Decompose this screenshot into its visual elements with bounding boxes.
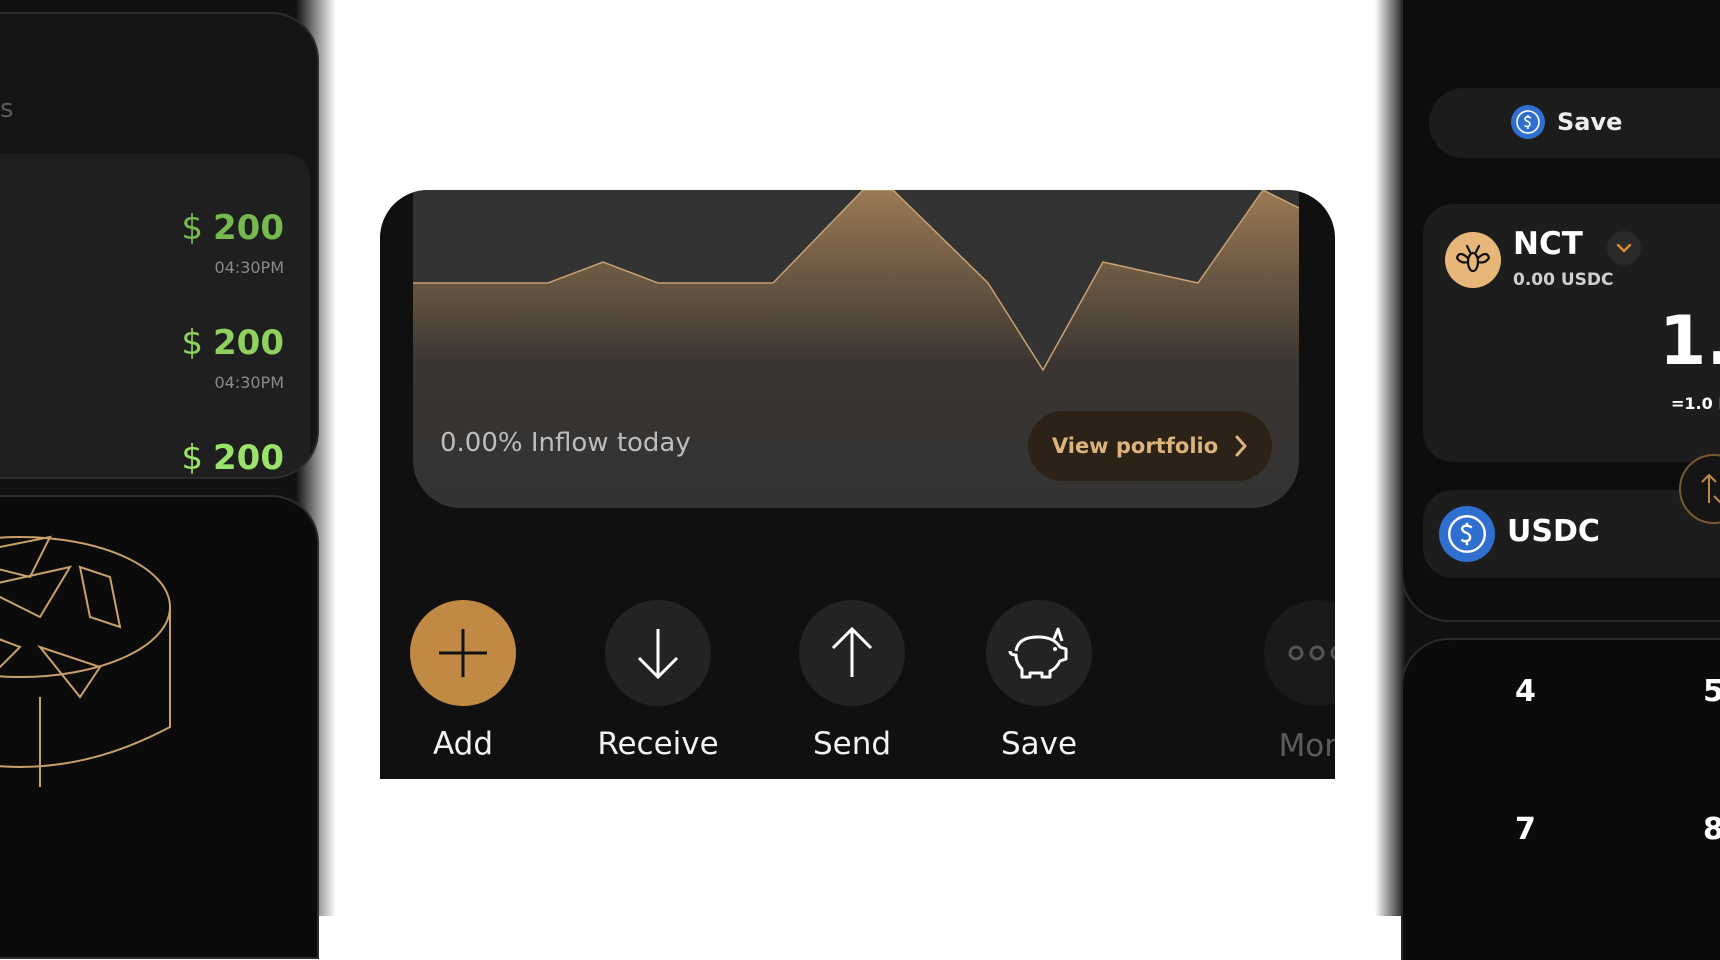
- chevron-right-icon: [1235, 435, 1247, 457]
- inflow-today-text: 0.00% Inflow today: [440, 428, 691, 458]
- token-dropdown-button[interactable]: [1607, 231, 1641, 265]
- list-item[interactable]: $200 04:30PM: [181, 323, 284, 392]
- to-token-box: USDC: [1423, 490, 1720, 578]
- add-label: Add: [432, 726, 494, 762]
- usdc-icon: [1439, 506, 1495, 562]
- keypad: 4 5 7 8: [1401, 638, 1720, 960]
- transactions-title: s: [0, 94, 14, 124]
- view-portfolio-button[interactable]: View portfolio: [1028, 411, 1272, 481]
- more-label: More: [1278, 728, 1335, 764]
- token-balance: 0.00 USDC: [1513, 270, 1614, 290]
- token-name: NCT: [1513, 226, 1583, 262]
- key-7[interactable]: 7: [1515, 812, 1536, 847]
- arrow-down-icon: [637, 629, 679, 680]
- key-5[interactable]: 5: [1703, 674, 1720, 709]
- swap-arrows-icon: [1701, 473, 1720, 504]
- portfolio-widget: 0.00% Inflow today View portfolio Add Re…: [380, 190, 1335, 779]
- view-portfolio-label: View portfolio: [1051, 434, 1219, 458]
- list-item[interactable]: $200 04:30PM: [181, 208, 284, 277]
- nct-bee-icon: [1445, 232, 1501, 288]
- swap-card: Save NCT 0.00 USDC 1.0 =1.0 N USDC: [1401, 0, 1720, 622]
- key-8[interactable]: 8: [1703, 812, 1720, 847]
- tab-save[interactable]: Save: [1511, 105, 1622, 139]
- list-item[interactable]: $200: [181, 438, 284, 478]
- usdc-token-name: USDC: [1507, 514, 1600, 549]
- arrow-up-icon: [831, 626, 873, 677]
- transaction-amount: $200: [181, 438, 284, 478]
- save-button[interactable]: Save: [959, 600, 1119, 762]
- send-button[interactable]: Send: [772, 600, 932, 762]
- piggy-bank-icon: [1008, 627, 1068, 679]
- chevron-down-icon: [1616, 243, 1632, 253]
- usdc-coin-icon: [1511, 105, 1545, 139]
- swap-amount[interactable]: 1.0: [1659, 302, 1720, 381]
- receive-label: Receive: [597, 726, 719, 762]
- plus-icon: [439, 629, 487, 677]
- more-dots-icon: [1288, 645, 1335, 661]
- send-circle[interactable]: [799, 600, 905, 706]
- tab-save-label: Save: [1557, 108, 1623, 136]
- left-panel: s $200 04:30PM $200 04:30PM $200: [0, 0, 336, 959]
- illustration-card: [0, 495, 319, 959]
- transaction-amount: $200: [181, 208, 284, 248]
- more-button[interactable]: More: [1237, 600, 1335, 764]
- save-circle[interactable]: [986, 600, 1092, 706]
- quick-actions: Add Receive Send Save Mor: [380, 600, 1335, 779]
- more-circle[interactable]: [1264, 600, 1335, 706]
- transaction-time: 04:30PM: [214, 258, 284, 277]
- tab-bar: Save: [1429, 88, 1720, 158]
- transactions-card: s $200 04:30PM $200 04:30PM $200: [0, 12, 319, 479]
- send-label: Send: [812, 726, 892, 762]
- coin-illustration-icon: [0, 535, 171, 787]
- swap-amount-converted: =1.0 N: [1671, 394, 1720, 413]
- transaction-time: 04:30PM: [214, 373, 284, 392]
- key-4[interactable]: 4: [1515, 674, 1536, 709]
- inflow-chart-panel: 0.00% Inflow today View portfolio: [413, 190, 1299, 508]
- right-panel: Save NCT 0.00 USDC 1.0 =1.0 N USDC 4: [1375, 0, 1720, 960]
- from-token-box: NCT 0.00 USDC 1.0 =1.0 N: [1423, 204, 1720, 462]
- add-button[interactable]: Add: [383, 600, 543, 762]
- transactions-list: $200 04:30PM $200 04:30PM $200: [0, 154, 310, 478]
- save-label: Save: [1000, 726, 1078, 762]
- add-circle[interactable]: [410, 600, 516, 706]
- receive-button[interactable]: Receive: [578, 600, 738, 762]
- transaction-amount: $200: [181, 323, 284, 363]
- receive-circle[interactable]: [605, 600, 711, 706]
